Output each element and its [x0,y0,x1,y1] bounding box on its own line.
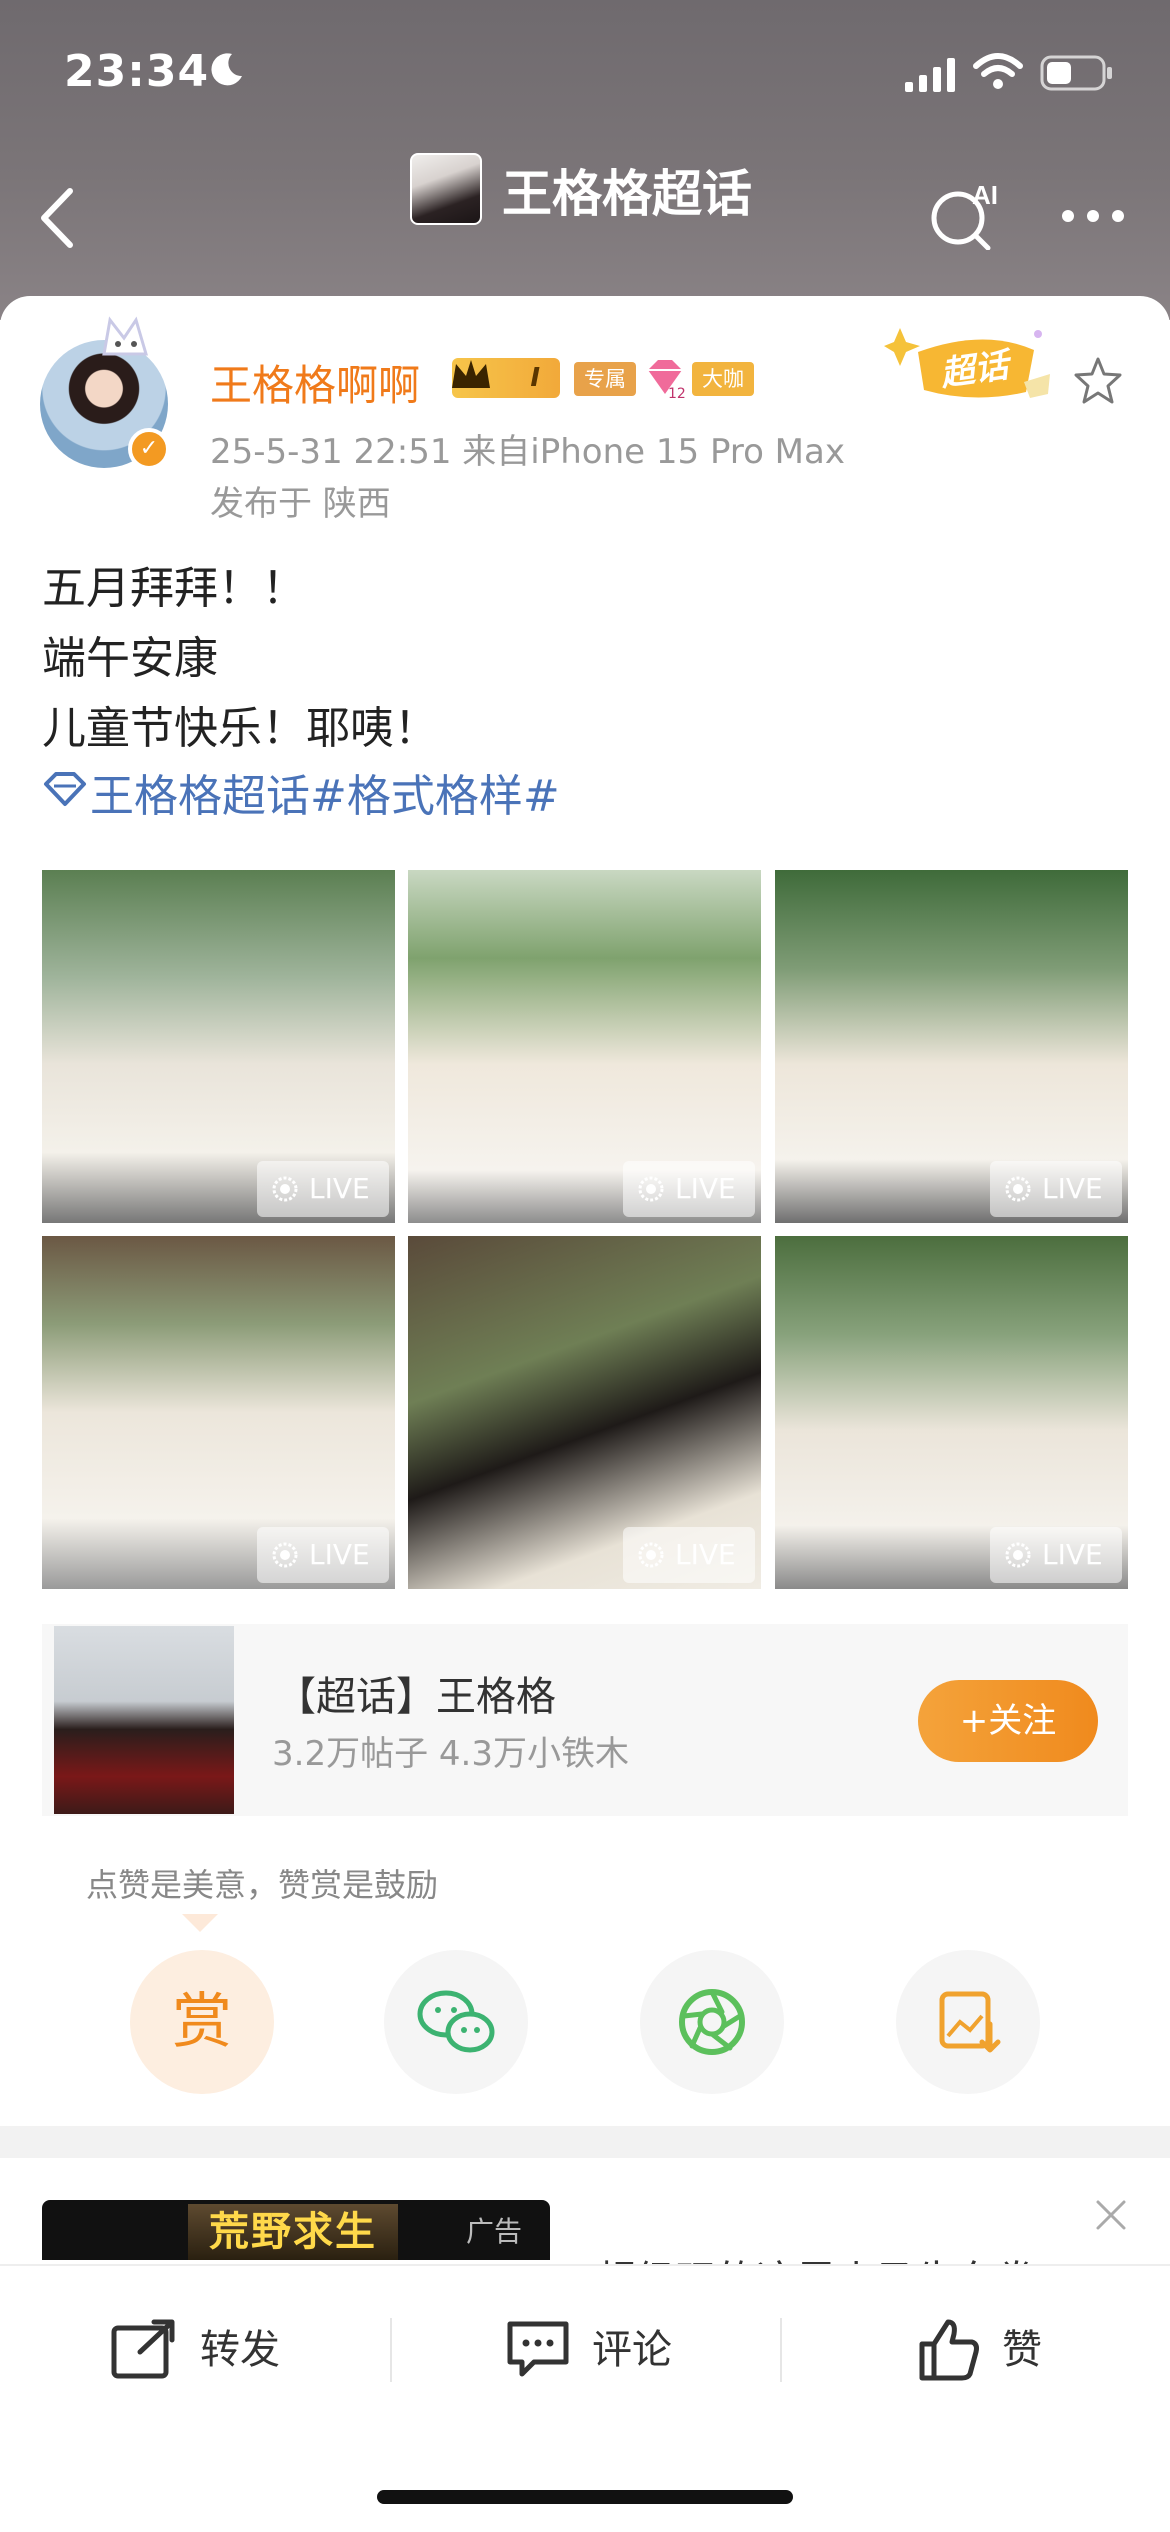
supertopic-card-stats: 3.2万帖子 4.3万小铁木 [272,1734,629,1774]
share-wechat-button[interactable] [384,1950,528,2094]
save-image-icon [939,1991,1001,2053]
back-icon[interactable] [34,185,80,251]
wechat-icon [417,1990,495,2053]
like-label: 赞 [1002,2327,1042,2373]
bar-separator [780,2318,782,2382]
comment-label: 评论 [592,2327,672,2373]
post-text-line: 五月拜拜！！ [42,563,306,614]
gem-badge-icon[interactable]: 12 [642,356,688,400]
ad-game-title: 荒野求生 [188,2204,398,2260]
live-badge: LIVE [990,1161,1122,1217]
bigshot-badge[interactable]: 大咖 [692,362,754,396]
live-badge: LIVE [990,1527,1122,1583]
hint-arrow [182,1914,218,1932]
live-icon [638,1542,664,1568]
signal-icon [905,58,955,92]
like-button[interactable]: 赞 [916,2310,1076,2390]
close-icon[interactable] [1094,2198,1128,2232]
repost-icon [111,2319,175,2379]
live-icon [1005,1176,1031,1202]
thumbs-up-icon [919,2319,979,2381]
supertopic-diamond-icon [44,772,86,806]
wifi-icon [973,53,1023,89]
live-icon [272,1176,298,1202]
favorite-star-icon[interactable] [1072,355,1124,407]
page-title: 王格格超话 [502,165,752,223]
home-indicator[interactable] [377,2490,793,2504]
save-image-button[interactable] [896,1950,1040,2094]
post-text-line: 儿童节快乐！耶咦！ [42,703,438,754]
post-timestamp-source: 25-5-31 22:51 来自iPhone 15 Pro Max [210,432,845,472]
ai-label: AI [972,180,998,210]
post-text-line: 端午安康 [42,633,218,684]
follow-button[interactable]: +关注 [918,1680,1098,1762]
reward-hint: 点赞是美意，赞赏是鼓励 [86,1866,439,1904]
supertopic-cover-image [54,1626,234,1814]
photo-tile[interactable]: LIVE [42,1236,395,1589]
live-icon [638,1176,664,1202]
live-icon [1005,1542,1031,1568]
moon-icon [211,53,242,86]
hashtag-link[interactable]: 王格格超话#格式格样# [90,760,560,824]
post-location: 发布于 陕西 [210,484,391,524]
username[interactable]: 王格格啊啊 [210,352,420,413]
topic-avatar[interactable] [410,153,482,225]
photo-tile[interactable]: LIVE [408,870,761,1223]
share-moments-button[interactable] [640,1950,784,2094]
repost-button[interactable]: 转发 [110,2310,310,2390]
cat-ears-icon [102,316,149,356]
supertopic-card-title: 【超话】王格格 [276,1674,556,1720]
live-badge: LIVE [257,1161,389,1217]
repost-label: 转发 [200,2327,280,2373]
more-icon[interactable] [1058,206,1128,226]
exclusive-badge[interactable]: 专属 [574,362,636,396]
reward-button[interactable]: 赏 [130,1950,274,2094]
status-time: 23:34 [64,46,210,97]
photo-tile[interactable]: LIVE [775,1236,1128,1589]
photo-tile[interactable]: LIVE [408,1236,761,1589]
photo-tile[interactable]: LIVE [42,870,395,1223]
photo-tile[interactable]: LIVE [775,870,1128,1223]
section-divider [0,2126,1170,2158]
comment-button[interactable]: 评论 [504,2310,704,2390]
moments-icon [679,1989,745,2055]
verified-icon: ✓ [128,428,170,470]
live-badge: LIVE [623,1161,755,1217]
live-badge: LIVE [257,1527,389,1583]
comment-icon [507,2321,569,2377]
bar-separator [390,2318,392,2382]
battery-icon [1040,55,1112,91]
crown-icon [452,360,490,388]
ad-label: 广告 [466,2215,523,2248]
ai-search-icon[interactable]: AI [928,180,1008,250]
live-icon [272,1542,298,1568]
supertopic-tag[interactable]: 超话 [937,338,1011,396]
svg-text:12: 12 [668,386,686,400]
live-badge: LIVE [623,1527,755,1583]
